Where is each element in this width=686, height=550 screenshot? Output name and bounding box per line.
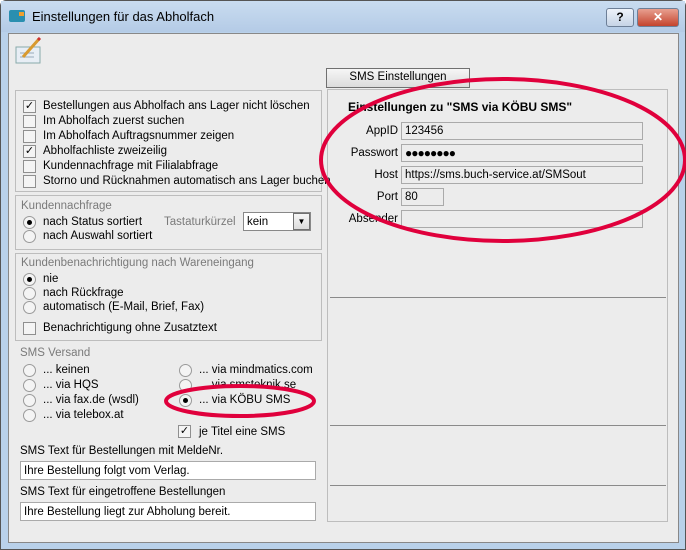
radio-mindmatics-label: ... via mindmatics.com [199,364,313,376]
checkbox-je-titel-label: je Titel eine SMS [199,426,286,438]
checkbox-general-option-label: Bestellungen aus Abholfach ans Lager nic… [43,100,310,112]
radio-nie-label: nie [43,273,59,285]
host-label: Host [374,169,398,181]
sms-text-order-input[interactable]: Ihre Bestellung folgt vom Verlag. [20,461,316,480]
sms-settings-label: SMS Einstellungen [349,71,447,83]
radio-faxde[interactable] [23,394,36,407]
password-input[interactable]: ●●●●●●●● [401,144,643,162]
shortcut-value: kein [247,216,269,228]
checkbox-general-option[interactable] [23,130,36,143]
help-button[interactable]: ? [606,8,634,27]
sender-label: Absender [348,213,398,225]
checkbox-general-option-label: Storno und Rücknahmen automatisch ans La… [43,175,331,187]
window-title: Einstellungen für das Abholfach [32,9,215,24]
radio-nach-auswahl-label: nach Auswahl sortiert [43,230,153,242]
radio-automatisch[interactable] [23,301,36,314]
checkbox-general-option-label: Abholfachliste zweizeilig [43,145,168,157]
radio-nach-rueckfrage[interactable] [23,287,36,300]
radio-automatisch-label: automatisch (E-Mail, Brief, Fax) [43,301,205,313]
divider [330,485,666,486]
checkbox-ohne-zusatztext[interactable] [23,322,36,335]
chevron-down-icon[interactable]: ▼ [293,213,310,230]
appid-input[interactable]: 123456 [401,122,643,140]
radio-hqs-label: ... via HQS [43,379,99,391]
radio-smsteknik-label: ... via smsteknik.se [199,379,297,391]
radio-hqs[interactable] [23,379,36,392]
port-input[interactable]: 80 [401,188,444,206]
radio-mindmatics[interactable] [179,364,192,377]
radio-nach-status[interactable] [23,216,36,229]
appid-label: AppID [366,125,398,137]
checkbox-general-option[interactable] [23,175,36,188]
radio-smsteknik[interactable] [179,379,192,392]
checkbox-general-option[interactable] [23,160,36,173]
port-label: Port [376,191,398,203]
edit-pencil-icon[interactable] [14,36,44,65]
radio-keinen[interactable] [23,364,36,377]
app-icon [9,10,25,22]
radio-nach-auswahl[interactable] [23,230,36,243]
benachrichtigung-title: Kundenbenachrichtigung nach Wareneingang [21,257,254,269]
radio-telebox-label: ... via telebox.at [43,409,124,421]
radio-nach-status-label: nach Status sortiert [43,216,143,228]
checkbox-ohne-zusatztext-label: Benachrichtigung ohne Zusatztext [43,322,217,334]
host-input[interactable]: https://sms.buch-service.at/SMSout [401,166,643,184]
radio-koebu-sms[interactable] [179,394,192,407]
password-label: Passwort [350,147,398,159]
radio-telebox[interactable] [23,409,36,422]
sms-text-arrived-label: SMS Text für eingetroffene Bestellungen [20,486,226,498]
checkbox-general-option[interactable]: ✓ [23,145,36,158]
checkbox-general-option[interactable]: ✓ [23,100,36,113]
sms-text-order-label: SMS Text für Bestellungen mit MeldeNr. [20,445,224,457]
radio-nie[interactable] [23,273,36,286]
radio-faxde-label: ... via fax.de (wsdl) [43,394,139,406]
close-button[interactable]: ✕ [637,8,679,27]
divider [330,297,666,298]
sms-settings-button[interactable]: SMS Einstellungen [326,68,470,88]
checkbox-general-option[interactable] [23,115,36,128]
sms-config-title: Einstellungen zu "SMS via KÖBU SMS" [348,100,573,114]
shortcut-label: Tastaturkürzel [164,216,236,228]
radio-nach-rueckfrage-label: nach Rückfrage [43,287,124,299]
sms-versand-title: SMS Versand [20,347,91,359]
divider [330,425,666,426]
radio-koebu-sms-label: ... via KÖBU SMS [199,394,291,406]
sms-text-arrived-input[interactable]: Ihre Bestellung liegt zur Abholung berei… [20,502,316,521]
kundennachfrage-title: Kundennachfrage [21,200,112,212]
checkbox-general-option-label: Im Abholfach zuerst suchen [43,115,185,127]
checkbox-je-titel[interactable]: ✓ [178,425,191,438]
checkbox-general-option-label: Kundennachfrage mit Filialabfrage [43,160,219,172]
radio-keinen-label: ... keinen [43,364,90,376]
sender-input[interactable] [401,210,643,228]
checkbox-general-option-label: Im Abholfach Auftragsnummer zeigen [43,130,235,142]
